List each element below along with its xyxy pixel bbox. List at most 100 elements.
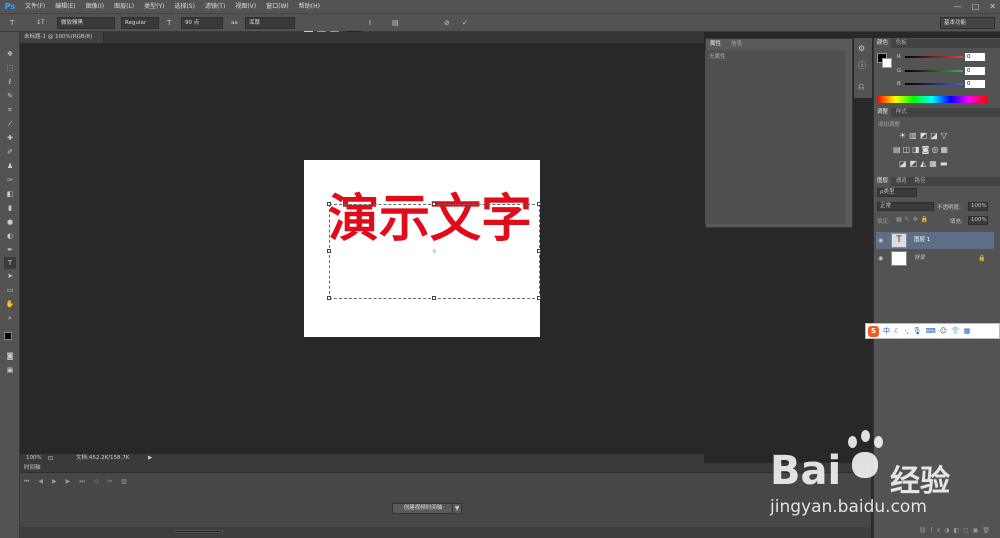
transform-handle[interactable] bbox=[537, 202, 541, 206]
quick-select-tool-icon[interactable]: ✎ bbox=[4, 90, 16, 102]
move-tool-icon[interactable]: ✥ bbox=[4, 48, 16, 60]
quick-mask-icon[interactable]: ◙ bbox=[4, 350, 16, 362]
status-menu-arrow[interactable]: ▶ bbox=[148, 454, 152, 463]
hand-tool-icon[interactable]: ✋ bbox=[4, 298, 16, 310]
moon-icon[interactable]: ☾ bbox=[894, 327, 900, 335]
menu-help[interactable]: 帮助(H) bbox=[294, 0, 325, 13]
tab-info[interactable]: 信息 bbox=[728, 40, 745, 49]
zoom-level[interactable]: 100% bbox=[26, 454, 42, 463]
blur-tool-icon[interactable]: ● bbox=[4, 216, 16, 228]
user-icon[interactable]: ☺ bbox=[940, 327, 947, 335]
clone-stamp-tool-icon[interactable]: ♟ bbox=[4, 160, 16, 172]
ime-lang-toggle[interactable]: 中 bbox=[883, 326, 890, 336]
crop-tool-icon[interactable]: ⌗ bbox=[4, 104, 16, 116]
menu-layer[interactable]: 图层(L) bbox=[109, 0, 139, 13]
layer-row-1[interactable]: ◉ T 图层 1 bbox=[876, 232, 994, 249]
channel-r-value[interactable]: 0 bbox=[965, 53, 985, 61]
type-tool-icon-active[interactable]: T bbox=[4, 257, 16, 269]
color-spectrum[interactable] bbox=[877, 96, 987, 103]
healing-brush-tool-icon[interactable]: ✚ bbox=[4, 132, 16, 144]
timeline-dropdown-arrow[interactable]: ▼ bbox=[452, 503, 462, 514]
marquee-tool-icon[interactable]: ⬚ bbox=[4, 62, 16, 74]
maximize-button[interactable]: □ bbox=[972, 0, 980, 13]
menu-window[interactable]: 窗口(W) bbox=[261, 0, 294, 13]
rectangle-tool-icon[interactable]: ▭ bbox=[4, 284, 16, 296]
transform-handle[interactable] bbox=[432, 202, 436, 206]
create-video-timeline-button[interactable]: 创建视频时间轴 bbox=[392, 503, 454, 514]
properties-panel-icon[interactable]: ⚙ bbox=[858, 44, 865, 53]
transform-handle[interactable] bbox=[432, 296, 436, 300]
antialias-select[interactable]: 浑厚 bbox=[245, 17, 295, 29]
adjustment-icons-row-1[interactable]: ☀▥◩◪▽ bbox=[899, 131, 950, 140]
channel-r-slider[interactable] bbox=[905, 56, 963, 58]
type-tool-icon[interactable]: T bbox=[10, 17, 14, 29]
text-orientation-icon[interactable]: ↕T bbox=[36, 17, 45, 29]
zoom-tool-icon[interactable]: ⌕ bbox=[4, 312, 16, 324]
eraser-tool-icon[interactable]: ◧ bbox=[4, 188, 16, 200]
adjustment-icons-row-3[interactable]: ◪◩◭▦▬ bbox=[899, 159, 950, 168]
menu-file[interactable]: 文件(F) bbox=[20, 0, 50, 13]
brush-tool-icon[interactable]: ✐ bbox=[4, 146, 16, 158]
cancel-icon[interactable]: ⊘ bbox=[444, 17, 450, 29]
channel-b-value[interactable]: 0 bbox=[965, 80, 985, 88]
pen-tool-icon[interactable]: ✒ bbox=[4, 244, 16, 256]
layer-name[interactable]: 图层 1 bbox=[914, 232, 930, 249]
character-panel-icon[interactable]: ▤ bbox=[392, 17, 399, 29]
font-family-select[interactable]: 微软雅黑 bbox=[57, 17, 115, 29]
channel-g-slider[interactable] bbox=[905, 70, 963, 72]
minimize-button[interactable]: — bbox=[954, 0, 962, 13]
transform-handle[interactable] bbox=[537, 249, 541, 253]
transform-handle[interactable] bbox=[327, 202, 331, 206]
history-panel-icon[interactable]: ⎌ bbox=[858, 82, 864, 92]
microphone-icon[interactable]: 🎙 bbox=[913, 327, 922, 335]
menu-select[interactable]: 选择(S) bbox=[169, 0, 200, 13]
warp-text-icon[interactable]: Ⅰ bbox=[369, 17, 371, 29]
menu-edit[interactable]: 编辑(E) bbox=[50, 0, 80, 13]
tab-layers[interactable]: 图层 bbox=[874, 177, 892, 186]
keyboard-icon[interactable]: ⌨ bbox=[926, 327, 936, 335]
transform-handle[interactable] bbox=[327, 249, 331, 253]
sogou-logo[interactable]: S bbox=[868, 325, 879, 337]
adjustment-icons-row-2[interactable]: ▤◫◨◙◎▦ bbox=[893, 145, 950, 154]
tab-swatches[interactable]: 色板 bbox=[893, 39, 910, 48]
transform-handle[interactable] bbox=[327, 296, 331, 300]
screen-mode-icon[interactable]: ▣ bbox=[4, 364, 16, 376]
workspace-select[interactable]: 基本功能 bbox=[940, 17, 995, 29]
path-select-tool-icon[interactable]: ➤ bbox=[4, 270, 16, 282]
menu-type[interactable]: 类型(Y) bbox=[139, 0, 169, 13]
channel-g-value[interactable]: 0 bbox=[965, 67, 985, 75]
tab-paths[interactable]: 路径 bbox=[912, 177, 929, 186]
timeline-controls[interactable]: ⏮◀▶▶⏭◁✂▨ bbox=[24, 478, 136, 486]
font-size-select[interactable]: 90 点 bbox=[181, 17, 223, 29]
opacity-input[interactable]: 100% bbox=[968, 202, 988, 211]
menu-view[interactable]: 视图(V) bbox=[230, 0, 261, 13]
punctuation-icon[interactable]: ·, bbox=[904, 327, 908, 335]
channel-b-slider[interactable] bbox=[905, 83, 963, 85]
fill-input[interactable]: 100% bbox=[968, 216, 988, 225]
timeline-zoom-slider[interactable] bbox=[175, 530, 223, 533]
tools-icon[interactable]: ▦ bbox=[964, 327, 971, 335]
document-tab[interactable]: 未标题-1 @ 100%(RGB/8) bbox=[20, 32, 104, 43]
close-button[interactable]: ✕ bbox=[989, 0, 996, 13]
layer-name[interactable]: 背景 bbox=[914, 250, 925, 267]
layer-row-2[interactable]: ◉ 背景 🔒 bbox=[876, 250, 994, 267]
info-panel-icon[interactable]: ⓘ bbox=[858, 60, 866, 71]
eye-icon[interactable]: ◉ bbox=[878, 250, 883, 267]
tab-properties[interactable]: 属性 bbox=[707, 40, 725, 49]
menu-filter[interactable]: 滤镜(T) bbox=[200, 0, 230, 13]
layer-kind-filter[interactable]: ρ类型 bbox=[877, 188, 917, 197]
history-brush-tool-icon[interactable]: ✑ bbox=[4, 174, 16, 186]
tab-styles[interactable]: 样式 bbox=[893, 108, 910, 117]
commit-icon[interactable]: ✓ bbox=[462, 17, 468, 29]
tab-channels[interactable]: 通道 bbox=[893, 177, 910, 186]
lasso-tool-icon[interactable]: ℓ bbox=[4, 76, 16, 88]
eye-icon[interactable]: ◉ bbox=[878, 232, 883, 249]
lock-icons[interactable]: ▦✎✥🔒 bbox=[896, 216, 931, 223]
color-background-swatch[interactable] bbox=[882, 58, 892, 68]
blend-mode-select[interactable]: 正常 bbox=[877, 202, 934, 211]
dodge-tool-icon[interactable]: ◐ bbox=[4, 230, 16, 242]
transform-handle[interactable] bbox=[537, 296, 541, 300]
font-style-select[interactable]: Regular bbox=[121, 17, 159, 29]
eyedropper-tool-icon[interactable]: ⁄ bbox=[4, 118, 16, 130]
tab-adjustments[interactable]: 调整 bbox=[874, 108, 892, 117]
